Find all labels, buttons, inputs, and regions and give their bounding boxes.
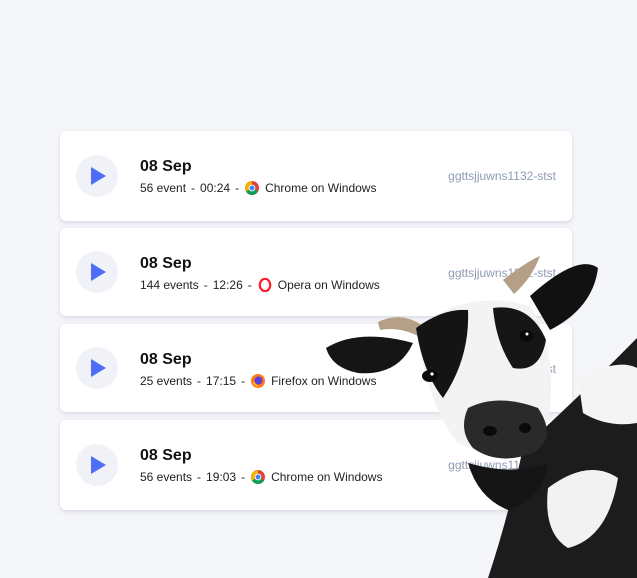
session-id: ggttsjjuwns1132-stst [448,169,556,183]
session-meta: 56 event - 00:24 - Chrome on Windows [140,181,376,195]
session-date: 08 Sep [140,158,192,175]
session-card[interactable]: 08 Sep 56 event - 00:24 - Chrome on Wind… [60,131,572,221]
separator: - [241,470,246,484]
separator: - [235,181,240,195]
play-button[interactable] [76,251,118,293]
play-button[interactable] [76,155,118,197]
session-time: 00:24 [200,181,231,195]
separator: - [191,181,196,195]
play-icon [91,263,106,281]
opera-icon [258,278,272,292]
separator: - [203,278,208,292]
cow-mascot-illustration [326,256,637,578]
play-icon [91,167,106,185]
firefox-icon [251,374,266,388]
browser-name: Chrome on Windows [265,181,377,195]
separator: - [197,470,202,484]
session-date: 08 Sep [140,447,192,464]
event-count: 25 events [140,374,193,388]
play-icon [91,456,106,474]
session-time: 12:26 [212,278,243,292]
separator: - [197,374,202,388]
separator: - [247,278,252,292]
separator: - [241,374,246,388]
play-icon [91,359,106,377]
event-count: 56 events [140,470,193,484]
event-count: 144 events [140,278,199,292]
session-time: 17:15 [206,374,237,388]
event-count: 56 event [140,181,187,195]
session-date: 08 Sep [140,351,192,368]
play-button[interactable] [76,347,118,389]
chrome-icon [251,470,266,484]
play-button[interactable] [76,444,118,486]
session-date: 08 Sep [140,255,192,272]
session-time: 19:03 [206,470,237,484]
chrome-icon [245,181,260,195]
